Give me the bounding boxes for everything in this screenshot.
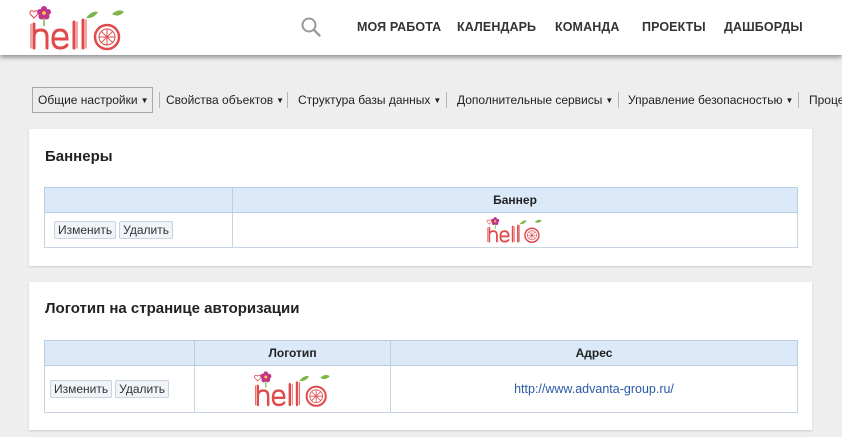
search-icon[interactable] (300, 16, 322, 38)
settings-menubar: Общие настройки ▼ Свойства объектов ▼ Стру… (28, 87, 842, 113)
top-header: МОЯ РАБОТА КАЛЕНДАРЬ КОМАНДА ПРОЕКТЫ ДАШ… (0, 0, 842, 55)
menu-label: Управление безопасностью (628, 93, 783, 107)
menu-security-management[interactable]: Управление безопасностью ▼ (623, 87, 798, 113)
caret-down-icon: ▼ (605, 96, 614, 105)
menu-label: Структура базы данных (298, 93, 431, 107)
banners-table: Баннер Изменить Удалить (44, 187, 798, 248)
menu-label: Свойства объектов (166, 93, 274, 107)
delete-button[interactable]: Удалить (115, 380, 169, 398)
delete-button[interactable]: Удалить (119, 221, 173, 239)
column-header: Логотип (194, 340, 391, 366)
actions-cell: Изменить Удалить (44, 212, 233, 248)
nav-calendar[interactable]: КАЛЕНДАРЬ (457, 20, 536, 34)
banner-cell (232, 212, 798, 248)
nav-my-work[interactable]: МОЯ РАБОТА (357, 20, 441, 34)
column-header (44, 340, 195, 366)
auth-logo-panel: Логотип на странице авторизации Логотип … (29, 282, 812, 430)
menu-separator (159, 92, 160, 108)
menu-database-structure[interactable]: Структура базы данных ▼ (293, 87, 446, 113)
table-header-row: Баннер (44, 187, 798, 213)
table-row: Изменить Удалить (44, 212, 798, 248)
menu-processes[interactable]: Проце (804, 87, 842, 113)
caret-down-icon: ▼ (785, 96, 794, 105)
actions-cell: Изменить Удалить (44, 365, 195, 413)
nav-projects[interactable]: ПРОЕКТЫ (642, 20, 706, 34)
menu-additional-services[interactable]: Дополнительные сервисы ▼ (452, 87, 618, 113)
edit-button[interactable]: Изменить (50, 380, 113, 398)
caret-down-icon: ▼ (433, 96, 442, 105)
caret-down-icon: ▼ (140, 96, 149, 105)
menu-separator (287, 92, 288, 108)
column-header: Адрес (390, 340, 798, 366)
panel-title: Баннеры (45, 148, 113, 165)
nav-team[interactable]: КОМАНДА (555, 20, 619, 34)
menu-label: Проце (809, 93, 842, 107)
address-cell: http://www.advanta-group.ru/ (390, 365, 798, 413)
column-header (44, 187, 233, 213)
address-link[interactable]: http://www.advanta-group.ru/ (514, 382, 674, 396)
nav-dashboards[interactable]: ДАШБОРДЫ (724, 20, 803, 34)
table-row: Изменить Удалить http://www.advanta-group… (44, 365, 798, 413)
caret-down-icon: ▼ (276, 96, 285, 105)
logo-cell (194, 365, 391, 413)
menu-label: Общие настройки (38, 93, 138, 107)
banner-image (484, 216, 546, 244)
panel-title: Логотип на странице авторизации (45, 300, 300, 317)
auth-logo-image (253, 369, 333, 409)
menu-separator (618, 92, 619, 108)
edit-button[interactable]: Изменить (54, 221, 117, 239)
menu-label: Дополнительные сервисы (457, 93, 603, 107)
banners-panel: Баннеры Баннер Изменить Удалить (29, 129, 812, 266)
hello-logo[interactable] (28, 4, 128, 52)
menu-object-properties[interactable]: Свойства объектов ▼ (161, 87, 289, 113)
menu-general-settings[interactable]: Общие настройки ▼ (32, 87, 153, 113)
menu-separator (446, 92, 447, 108)
column-header: Баннер (232, 187, 798, 213)
menu-separator (798, 92, 799, 108)
table-header-row: Логотип Адрес (44, 340, 798, 366)
auth-logo-table: Логотип Адрес Изменить Удалить http://www… (44, 340, 798, 413)
